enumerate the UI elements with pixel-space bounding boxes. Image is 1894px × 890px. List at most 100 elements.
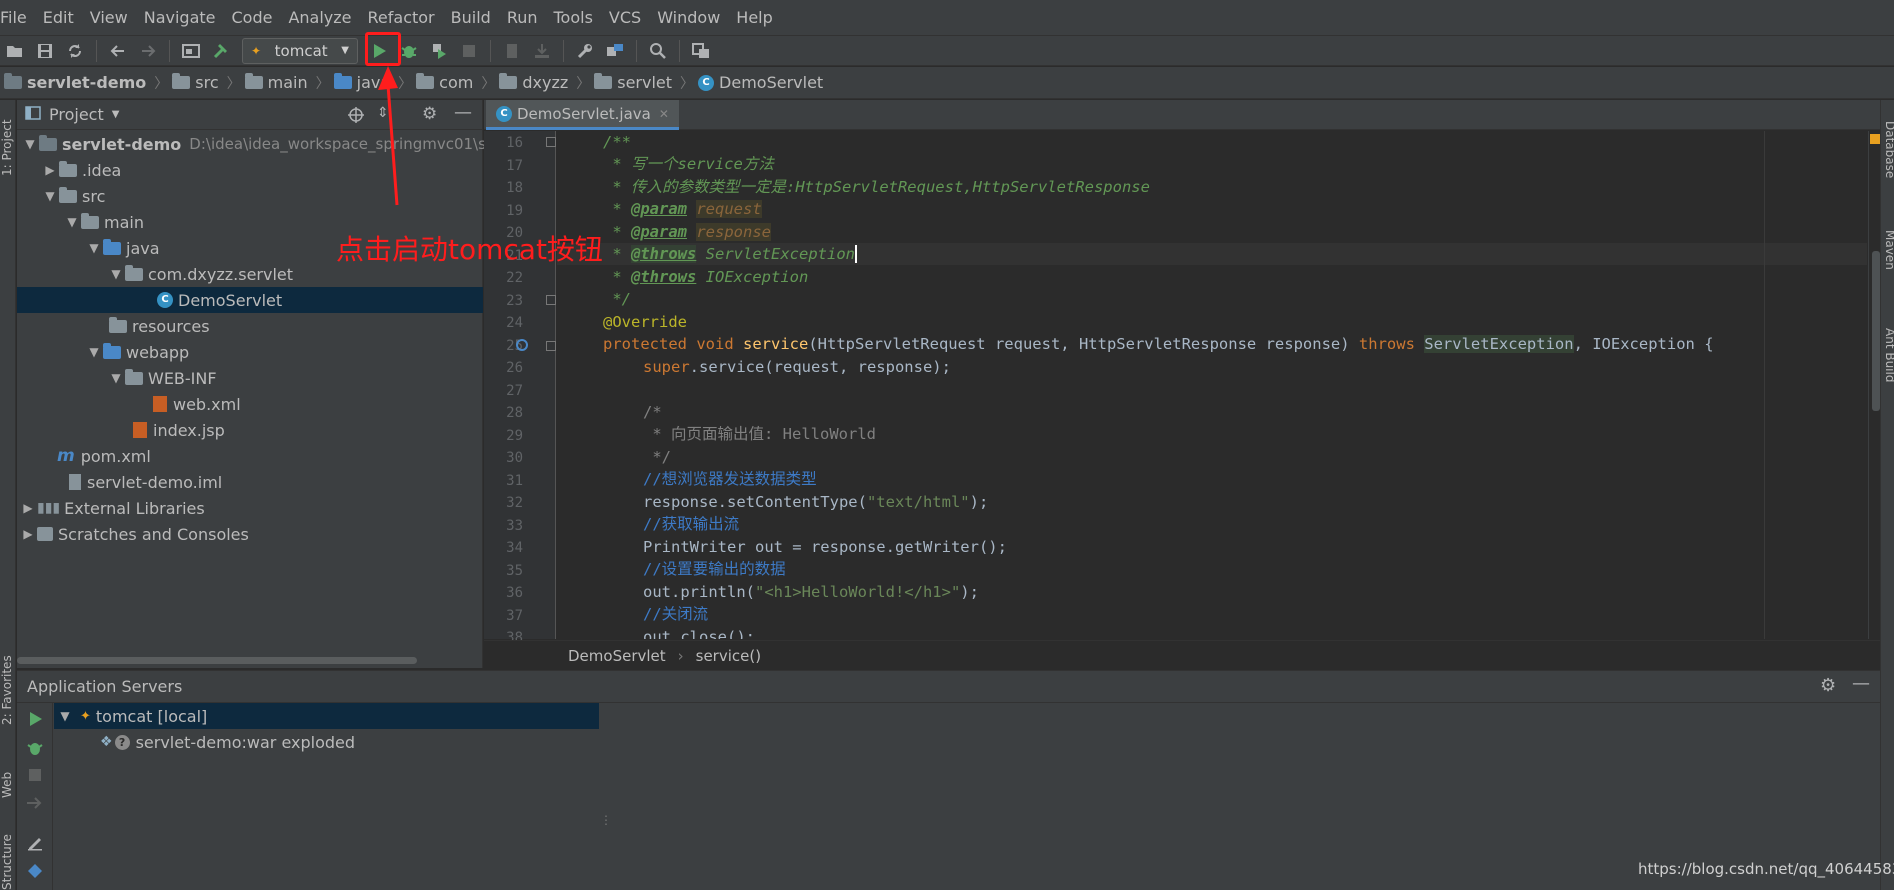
expand-arrow-icon[interactable]: ▼ bbox=[56, 709, 74, 723]
menu-window[interactable]: Window bbox=[649, 0, 728, 36]
fold-icon[interactable] bbox=[546, 295, 556, 305]
menu-build[interactable]: Build bbox=[443, 0, 499, 36]
project-view-title[interactable]: Project bbox=[49, 105, 104, 124]
tab-favorites[interactable]: 2: Favorites bbox=[0, 640, 16, 740]
debug-server-icon[interactable] bbox=[25, 739, 45, 759]
expand-arrow-icon[interactable]: ▼ bbox=[21, 137, 39, 151]
collapse-arrow-icon[interactable]: ▶ bbox=[19, 501, 37, 515]
menu-vcs[interactable]: VCS bbox=[601, 0, 649, 36]
editor-crumb-method[interactable]: service() bbox=[696, 647, 761, 665]
menu-code[interactable]: Code bbox=[224, 0, 281, 36]
breadcrumb-dxyzz[interactable]: dxyzz bbox=[499, 73, 568, 92]
minimize-icon[interactable]: — bbox=[1852, 673, 1870, 694]
gear-icon[interactable]: ⚙ bbox=[422, 104, 437, 124]
forward-icon[interactable] bbox=[135, 38, 161, 64]
breadcrumb-project[interactable]: servlet-demo bbox=[4, 73, 146, 92]
locate-icon[interactable] bbox=[347, 106, 365, 128]
override-marker-icon[interactable] bbox=[516, 339, 528, 351]
tree-item-servlet-demo[interactable]: ▼ servlet-demo D:\idea\idea_workspace_spri… bbox=[21, 131, 510, 157]
close-icon[interactable]: ✕ bbox=[659, 107, 669, 121]
breadcrumb-servlet[interactable]: servlet bbox=[594, 73, 672, 92]
save-icon[interactable] bbox=[32, 38, 58, 64]
menu-file[interactable]: File bbox=[0, 0, 35, 36]
coverage-icon[interactable] bbox=[426, 38, 452, 64]
tab-demoservlet-java[interactable]: C DemoServlet.java ✕ bbox=[486, 100, 679, 130]
menu-tools[interactable]: Tools bbox=[546, 0, 601, 36]
tree-item-web-xml[interactable]: web.xml bbox=[153, 391, 241, 417]
collapse-arrow-icon[interactable]: ▶ bbox=[19, 527, 37, 541]
tree-item-pom-xml[interactable]: m pom.xml bbox=[57, 443, 151, 469]
menu-edit[interactable]: Edit bbox=[35, 0, 82, 36]
menu-refactor[interactable]: Refactor bbox=[360, 0, 443, 36]
deploy-arrow-icon[interactable] bbox=[25, 795, 45, 815]
module-icon bbox=[39, 134, 57, 151]
tree-item-scratches[interactable]: ▶ Scratches and Consoles bbox=[19, 521, 248, 547]
server-item-tomcat[interactable]: ▼ ✦ tomcat [local] bbox=[54, 703, 599, 729]
editor-error-stripe[interactable] bbox=[1868, 131, 1880, 639]
scrollbar-thumb[interactable] bbox=[1872, 251, 1880, 411]
frame-icon[interactable] bbox=[178, 38, 204, 64]
build-artifact-icon[interactable] bbox=[499, 38, 525, 64]
tree-item-external-libraries[interactable]: ▶ ▮▮▮ External Libraries bbox=[19, 495, 204, 521]
tab-maven[interactable]: Maven bbox=[1881, 220, 1894, 280]
menu-view[interactable]: View bbox=[82, 0, 136, 36]
breadcrumb-com[interactable]: com bbox=[416, 73, 473, 92]
tree-item-resources[interactable]: resources bbox=[109, 313, 210, 339]
breadcrumb-src[interactable]: src bbox=[172, 73, 219, 92]
unknown-status-icon: ? bbox=[114, 734, 130, 750]
project-structure-icon[interactable] bbox=[602, 38, 628, 64]
stop-icon[interactable] bbox=[456, 38, 482, 64]
tab-database[interactable]: Database bbox=[1881, 110, 1894, 190]
menu-run[interactable]: Run bbox=[499, 0, 546, 36]
tree-item-web-inf[interactable]: ▼ WEB-INF bbox=[107, 365, 217, 391]
search-icon[interactable] bbox=[645, 38, 671, 64]
tab-structure[interactable]: Structure bbox=[0, 834, 16, 890]
tree-item-src[interactable]: ▼ src bbox=[41, 183, 105, 209]
tree-item-webapp[interactable]: ▼ webapp bbox=[85, 339, 189, 365]
expand-arrow-icon[interactable]: ▼ bbox=[107, 371, 125, 385]
expand-arrow-icon[interactable]: ▼ bbox=[85, 345, 103, 359]
breadcrumb-class[interactable]: C DemoServlet bbox=[698, 73, 823, 92]
sdk-icon[interactable] bbox=[688, 38, 714, 64]
expand-arrow-icon[interactable]: ▼ bbox=[63, 215, 81, 229]
collapse-arrow-icon[interactable]: ▶ bbox=[41, 163, 59, 177]
fold-icon[interactable] bbox=[546, 137, 556, 147]
tab-web[interactable]: Web bbox=[0, 760, 16, 810]
fold-icon[interactable] bbox=[546, 341, 556, 351]
chevron-down-icon[interactable]: ▼ bbox=[112, 109, 120, 120]
tree-item-idea[interactable]: ▶ .idea bbox=[41, 157, 121, 183]
stop-server-icon[interactable] bbox=[25, 767, 45, 787]
code-editor[interactable]: /** * 写一个service方法 * 传入的参数类型一定是:HttpServ… bbox=[557, 131, 1867, 639]
back-icon[interactable] bbox=[105, 38, 131, 64]
run-config-select[interactable]: ✦ tomcat ▼ bbox=[242, 37, 358, 64]
edit-config-icon[interactable] bbox=[25, 833, 45, 853]
expand-arrow-icon[interactable]: ▼ bbox=[85, 241, 103, 255]
tab-ant-build[interactable]: Ant Build bbox=[1881, 310, 1894, 400]
run-server-icon[interactable] bbox=[25, 711, 45, 731]
open-folder-icon[interactable] bbox=[2, 38, 28, 64]
tree-item-iml[interactable]: servlet-demo.iml bbox=[69, 469, 222, 495]
editor-crumb-class[interactable]: DemoServlet bbox=[568, 647, 666, 665]
menu-navigate[interactable]: Navigate bbox=[136, 0, 224, 36]
splitter-handle-icon[interactable]: ⋮ bbox=[600, 813, 612, 827]
minimize-icon[interactable]: — bbox=[454, 102, 472, 123]
tree-item-index-jsp[interactable]: index.jsp bbox=[133, 417, 225, 443]
sync-icon[interactable] bbox=[62, 38, 88, 64]
menu-help[interactable]: Help bbox=[728, 0, 780, 36]
gear-icon[interactable]: ⚙ bbox=[1820, 675, 1836, 696]
artifact-icon[interactable] bbox=[25, 863, 45, 883]
tree-item-main[interactable]: ▼ main bbox=[63, 209, 144, 235]
breadcrumb-main[interactable]: main bbox=[244, 73, 308, 92]
project-horizontal-scrollbar[interactable] bbox=[17, 657, 417, 664]
tree-item-java[interactable]: ▼ java bbox=[85, 235, 160, 261]
build-hammer-icon[interactable] bbox=[208, 38, 234, 64]
settings-wrench-icon[interactable] bbox=[572, 38, 598, 64]
tab-project[interactable]: 1: Project bbox=[0, 108, 16, 188]
tree-item-demoservlet[interactable]: C DemoServlet bbox=[17, 287, 483, 313]
artifact-item[interactable]: ❖? servlet-demo:war exploded bbox=[100, 729, 355, 755]
tree-item-package[interactable]: ▼ com.dxyzz.servlet bbox=[107, 261, 293, 287]
deploy-icon[interactable] bbox=[529, 38, 555, 64]
expand-arrow-icon[interactable]: ▼ bbox=[107, 267, 125, 281]
menu-analyze[interactable]: Analyze bbox=[280, 0, 359, 36]
expand-arrow-icon[interactable]: ▼ bbox=[41, 189, 59, 203]
